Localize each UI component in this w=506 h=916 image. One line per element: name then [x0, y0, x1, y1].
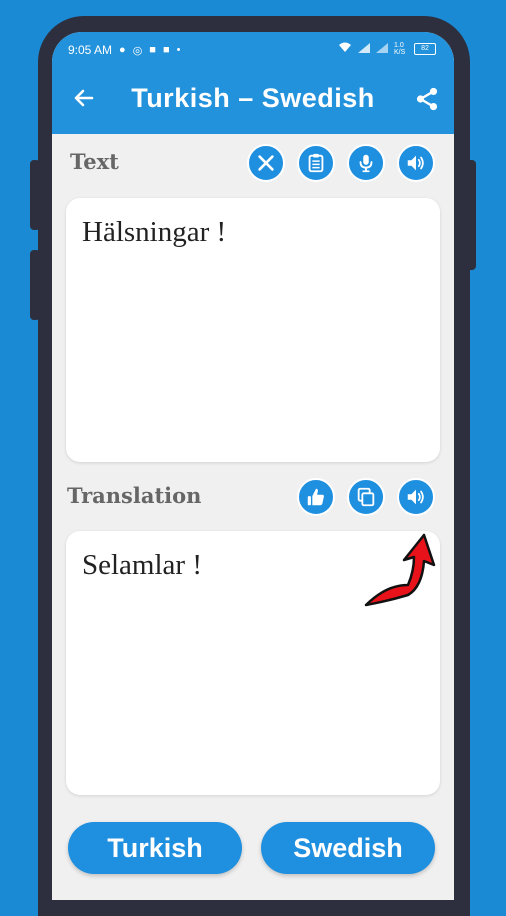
thumbs-up-icon [307, 488, 324, 506]
speaker-icon [407, 155, 424, 171]
clear-button[interactable] [247, 144, 285, 182]
annotation-arrow-icon [364, 533, 436, 607]
signal-icon [358, 42, 370, 56]
voice-input-button[interactable] [347, 144, 385, 182]
more-notifications-icon: • [176, 44, 181, 56]
microphone-icon [359, 154, 373, 173]
status-bar: 9:05 AM ● ◎ ■ ■ • 1.0 K/S 82 [52, 32, 454, 68]
share-icon[interactable] [414, 86, 440, 112]
instagram-notification-icon: ◎ [132, 44, 143, 57]
app-notification-icon: ■ [162, 44, 170, 56]
phone-side-button [466, 160, 476, 270]
phone-side-button [30, 250, 40, 320]
app-screen: 9:05 AM ● ◎ ■ ■ • 1.0 K/S 82 Turkish – S… [52, 32, 454, 900]
source-text: Hälsningar ! [82, 216, 227, 248]
speak-source-button[interactable] [397, 144, 435, 182]
rate-button[interactable] [297, 478, 335, 516]
clipboard-icon [308, 153, 324, 173]
status-time: 9:05 AM [68, 43, 113, 57]
phone-side-button [30, 160, 40, 230]
translation-label: Translation [67, 483, 202, 508]
chat-notification-icon: ● [119, 44, 126, 56]
app-notification-icon: ■ [149, 44, 156, 56]
copy-icon [357, 487, 375, 507]
target-language-button[interactable]: Swedish [261, 822, 435, 874]
speaker-icon [407, 489, 424, 505]
copy-translation-button[interactable] [347, 478, 385, 516]
battery-icon: 82 [414, 43, 436, 55]
app-bar: Turkish – Swedish [52, 68, 454, 134]
close-icon [258, 155, 274, 171]
page-title: Turkish – Swedish [131, 83, 375, 113]
translation-text: Selamlar ! [82, 549, 202, 581]
speak-translation-button[interactable] [397, 478, 435, 516]
network-speed: 1.0 K/S [394, 42, 406, 56]
signal-icon [376, 42, 388, 56]
wifi-icon [338, 42, 352, 56]
source-label: Text [70, 149, 119, 174]
source-language-button[interactable]: Turkish [68, 822, 242, 874]
paste-button[interactable] [297, 144, 335, 182]
source-text-card[interactable]: Hälsningar ! [66, 198, 440, 462]
